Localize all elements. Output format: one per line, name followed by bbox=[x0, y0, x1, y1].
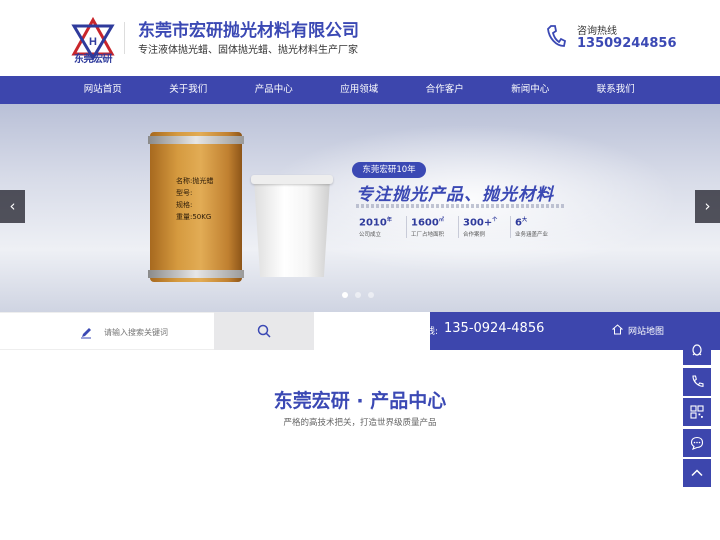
hotline-number[interactable]: 13509244856 bbox=[577, 36, 677, 51]
stat-value: 2010 bbox=[359, 217, 387, 229]
barrel-rim-bottom bbox=[148, 270, 244, 278]
company-slogan: 专注液体抛光蜡、固体抛光蜡、抛光材料生产厂家 bbox=[138, 45, 358, 56]
product-bucket-image bbox=[254, 179, 330, 277]
search-bar: 线: 135-0924-4856 网站地图 bbox=[0, 312, 720, 350]
logo-text: 东莞宏研 bbox=[74, 54, 113, 65]
banner-english-text bbox=[356, 204, 566, 208]
stat-unit: 个 bbox=[492, 217, 498, 223]
stat-label: 合作案例 bbox=[463, 232, 486, 239]
header-divider bbox=[124, 22, 125, 54]
chat-icon bbox=[690, 436, 704, 450]
nav-item-news[interactable]: 新闻中心 bbox=[488, 76, 574, 104]
site-header: H 东莞宏研 东莞市宏研抛光材料有限公司 专注液体抛光蜡、固体抛光蜡、抛光材料生… bbox=[0, 0, 720, 76]
back-to-top-icon bbox=[691, 469, 703, 477]
sitemap-icon bbox=[612, 324, 623, 335]
hotline-label: 咨询热线 bbox=[577, 26, 617, 37]
stat-founded: 2010年 公司成立 bbox=[355, 216, 407, 239]
qrcode-icon bbox=[690, 405, 704, 419]
company-name[interactable]: 东莞市宏研抛光材料有限公司 bbox=[138, 16, 359, 41]
stat-industries: 6大 业务涵盖产业 bbox=[511, 216, 563, 238]
phone-icon bbox=[547, 25, 566, 47]
stat-unit: ㎡ bbox=[438, 217, 444, 223]
stat-unit: 年 bbox=[386, 217, 392, 223]
product-barrel-image: 名称:抛光蜡 型号: 规格: 重量:50KG bbox=[148, 132, 244, 282]
main-nav: 网站首页 关于我们 产品中心 应用领域 合作客户 新闻中心 联系我们 bbox=[0, 76, 720, 104]
barrel-rim-top bbox=[148, 136, 244, 144]
stat-value: 300+ bbox=[463, 217, 493, 229]
stat-area: 1600㎡ 工厂占地面积 bbox=[407, 216, 459, 239]
nav-item-applications[interactable]: 应用领域 bbox=[317, 76, 403, 104]
banner-pagination bbox=[342, 292, 374, 298]
banner-tag: 东莞宏研10年 bbox=[352, 162, 426, 178]
banner-headline: 专注抛光产品、抛光材料 bbox=[356, 185, 554, 205]
banner-dot[interactable] bbox=[368, 292, 374, 298]
nav-item-clients[interactable]: 合作客户 bbox=[402, 76, 488, 104]
stat-label: 业务涵盖产业 bbox=[515, 232, 549, 239]
search-input[interactable] bbox=[104, 324, 212, 340]
chat-button[interactable] bbox=[683, 428, 711, 457]
banner-dot[interactable] bbox=[342, 292, 348, 298]
banner-prev-button[interactable]: ‹ bbox=[0, 190, 25, 223]
nav-item-contact[interactable]: 联系我们 bbox=[573, 76, 659, 104]
hero-banner: 名称:抛光蜡 型号: 规格: 重量:50KG 东莞宏研10年 专注抛光产品、抛光… bbox=[0, 104, 720, 312]
phone-button[interactable] bbox=[683, 367, 711, 396]
phone-icon bbox=[692, 375, 704, 387]
stat-cases: 300+个 合作案例 bbox=[459, 216, 511, 239]
floating-sidebar bbox=[683, 337, 711, 490]
barrel-label-name: 名称:抛光蜡 bbox=[176, 177, 214, 185]
nav-item-products[interactable]: 产品中心 bbox=[231, 76, 317, 104]
stat-label: 工厂占地面积 bbox=[411, 232, 445, 239]
banner-dot[interactable] bbox=[355, 292, 361, 298]
banner-stats: 2010年 公司成立 1600㎡ 工厂占地面积 300+个 合作案例 6大 业务… bbox=[355, 216, 563, 239]
barrel-label-spec: 规格: bbox=[176, 201, 193, 209]
qq-button[interactable] bbox=[683, 337, 711, 365]
nav-item-home[interactable]: 网站首页 bbox=[60, 76, 146, 104]
stat-label: 公司成立 bbox=[359, 232, 382, 239]
product-bucket-lid bbox=[251, 175, 333, 184]
stat-value: 1600 bbox=[411, 217, 439, 229]
stat-value: 6 bbox=[515, 217, 522, 229]
barrel-label-weight: 重量:50KG bbox=[176, 213, 212, 221]
section-title: 东莞宏研 · 产品中心 bbox=[273, 390, 447, 412]
search-spacer bbox=[330, 312, 430, 350]
pencil-icon bbox=[81, 328, 91, 339]
search-field-wrap bbox=[0, 312, 214, 350]
section-subtitle: 严格的高技术把关，打造世界级质量产品 bbox=[283, 418, 437, 428]
qq-icon bbox=[692, 344, 702, 356]
search-icon bbox=[257, 324, 271, 338]
barrel-label-model: 型号: bbox=[176, 189, 193, 197]
search-hotline-label: 线: bbox=[426, 327, 439, 337]
search-hotline-number[interactable]: 135-0924-4856 bbox=[444, 321, 544, 336]
qrcode-button[interactable] bbox=[683, 398, 711, 427]
sitemap-label: 网站地图 bbox=[628, 327, 665, 337]
nav-item-about[interactable]: 关于我们 bbox=[146, 76, 232, 104]
back-to-top-button[interactable] bbox=[683, 459, 711, 488]
svg-text:H: H bbox=[89, 36, 97, 48]
stat-unit: 大 bbox=[521, 217, 527, 223]
banner-next-button[interactable]: › bbox=[695, 190, 720, 223]
search-button[interactable] bbox=[214, 312, 314, 350]
search-hotline: 线: 135-0924-4856 bbox=[426, 312, 590, 350]
